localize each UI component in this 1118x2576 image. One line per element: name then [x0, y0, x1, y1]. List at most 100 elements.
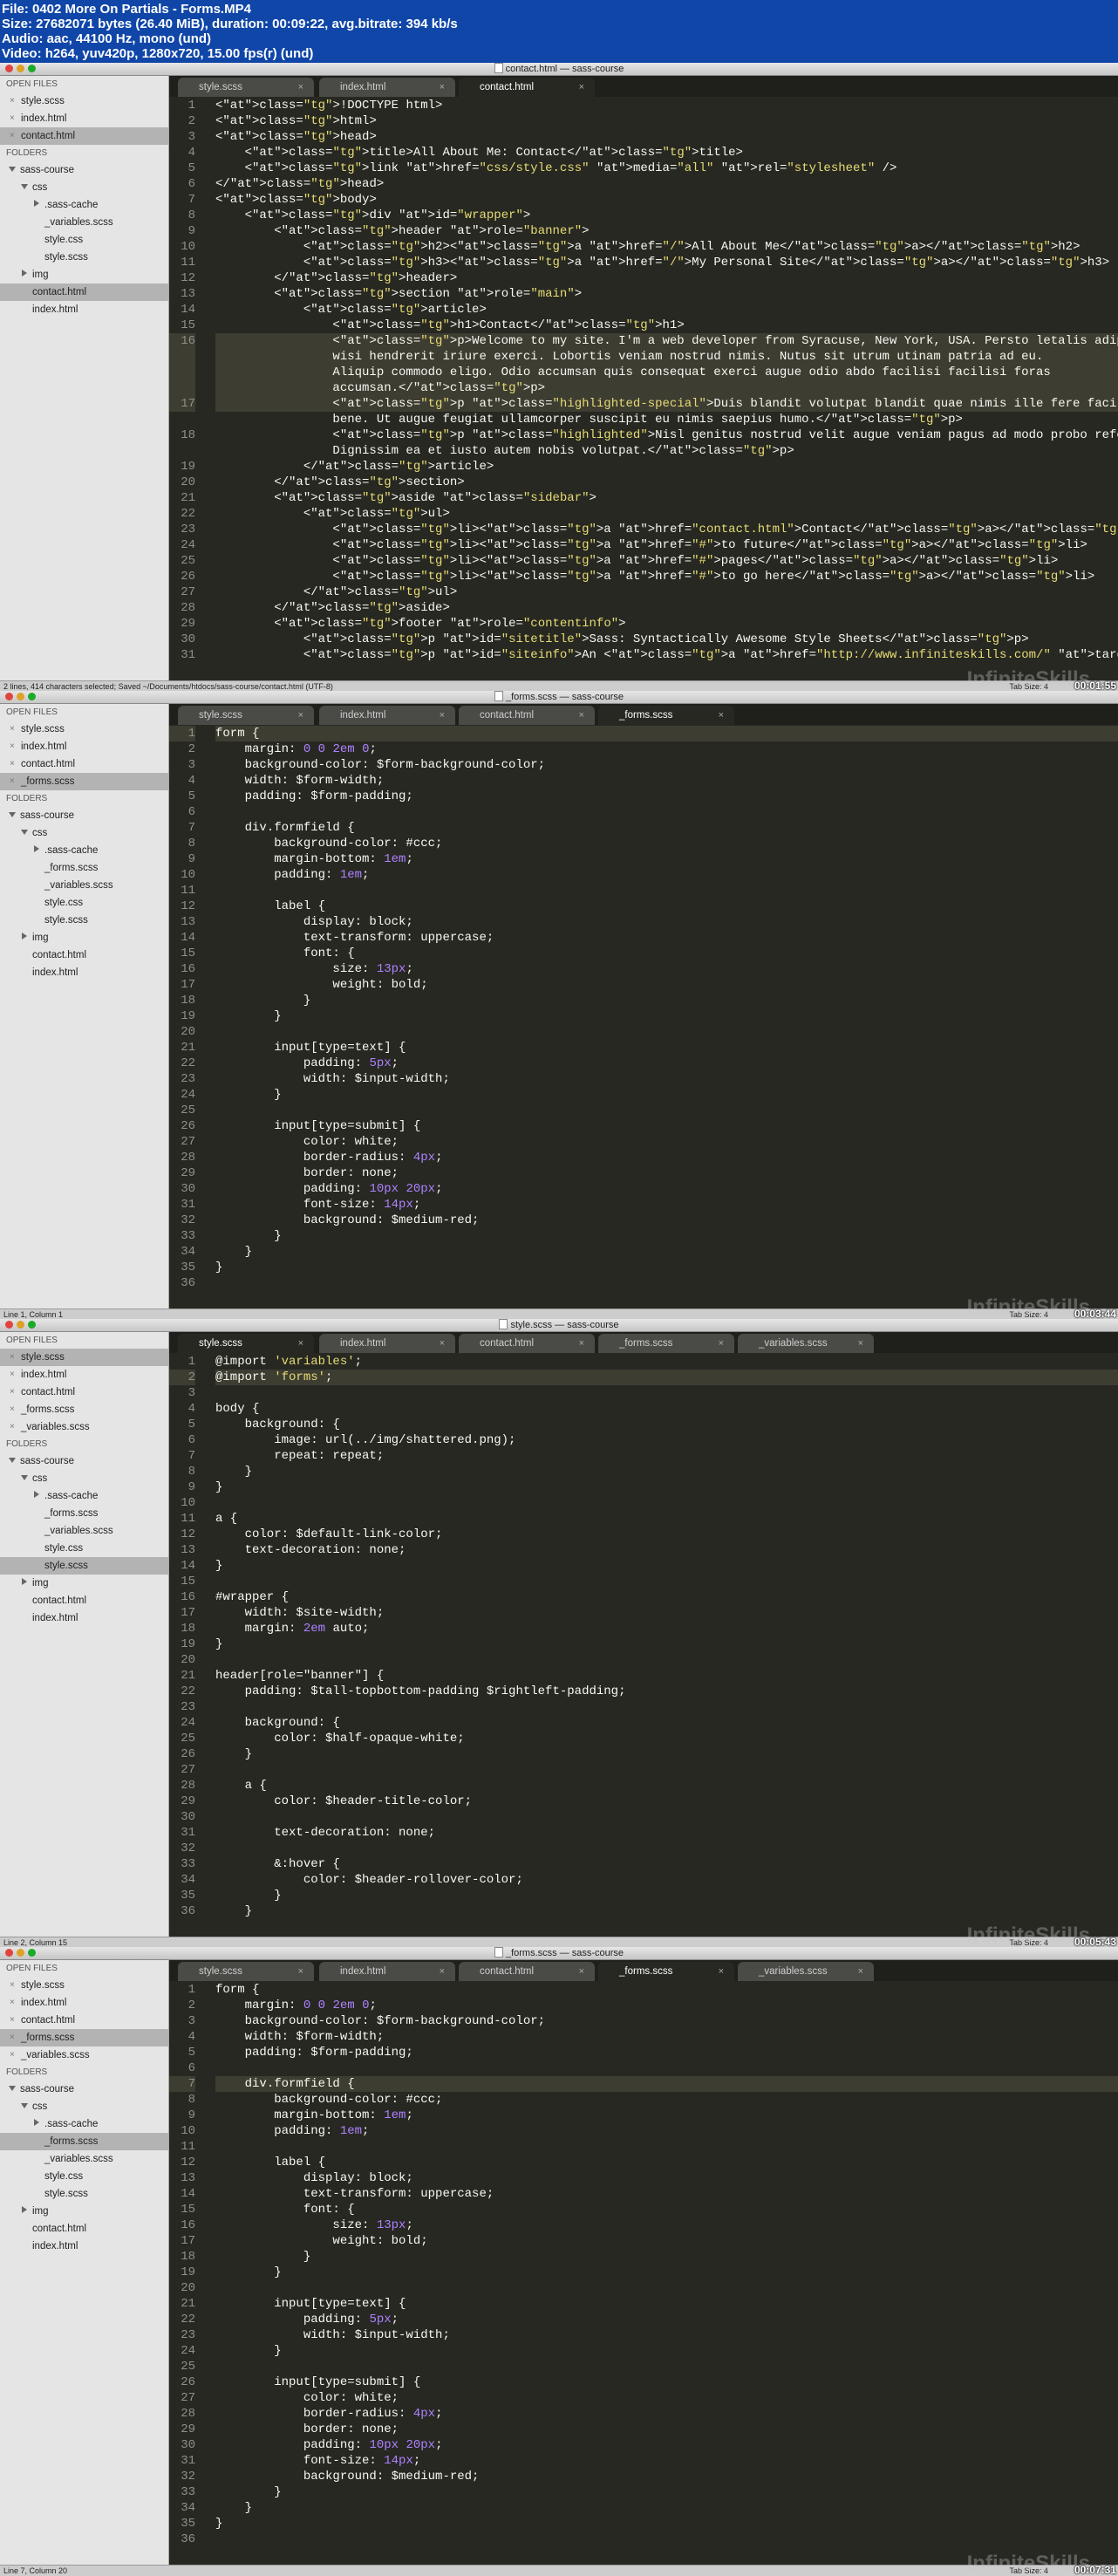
code-text[interactable]: <"at">class="tg">!DOCTYPE html> <"at">cla… [215, 98, 1118, 663]
code-line[interactable]: } [215, 1746, 1118, 1762]
code-line[interactable]: } [215, 1636, 1118, 1652]
close-window-button[interactable] [5, 1321, 13, 1329]
code-line[interactable]: border: none; [215, 1165, 1118, 1181]
code-line[interactable]: padding: 5px; [215, 1056, 1118, 1071]
code-line[interactable]: } [215, 993, 1118, 1008]
code-line[interactable]: color: $header-title-color; [215, 1794, 1118, 1809]
code-line[interactable]: margin-bottom: 1em; [215, 851, 1118, 867]
code-line[interactable]: font-size: 14px; [215, 1197, 1118, 1213]
code-line[interactable]: accumsan.</"at">class="tg">p> [215, 380, 1118, 396]
close-tab-icon[interactable]: × [440, 1962, 445, 1981]
close-tab-icon[interactable]: × [579, 1334, 584, 1353]
code-line[interactable]: <"at">class="tg">p "at">id="sitetitle">S… [215, 632, 1118, 647]
folder-tree-item[interactable]: .sass-cache [0, 842, 168, 859]
code-line[interactable]: <"at">class="tg">ul> [215, 506, 1118, 522]
code-line[interactable]: } [215, 2484, 1118, 2500]
code-line[interactable]: color: $half-opaque-white; [215, 1731, 1118, 1746]
expanded-folder-icon[interactable] [9, 2086, 16, 2091]
code-line[interactable]: } [215, 1558, 1118, 1574]
open-file-item[interactable]: × _variables.scss [0, 2046, 168, 2064]
expanded-folder-icon[interactable] [9, 167, 16, 172]
folder-tree-item[interactable]: style.scss [0, 2185, 168, 2203]
folder-tree-item[interactable]: _variables.scss [0, 1522, 168, 1540]
code-text[interactable]: form { margin: 0 0 2em 0; background-col… [215, 1982, 1118, 2547]
code-line[interactable]: } [215, 1228, 1118, 1244]
code-line[interactable]: <"at">class="tg">header "at">role="banne… [215, 223, 1118, 239]
zoom-window-button[interactable] [28, 65, 36, 72]
code-line[interactable]: margin-bottom: 1em; [215, 2108, 1118, 2123]
code-line[interactable]: <"at">class="tg">!DOCTYPE html> [215, 98, 1118, 113]
code-line[interactable] [215, 1699, 1118, 1715]
code-line[interactable]: padding: 1em; [215, 2123, 1118, 2139]
code-line[interactable] [215, 1841, 1118, 1856]
file-tab[interactable]: _forms.scss × [598, 1334, 734, 1353]
open-file-item[interactable]: × contact.html [0, 755, 168, 773]
code-line[interactable]: margin: 0 0 2em 0; [215, 1998, 1118, 2013]
code-line[interactable]: } [215, 2500, 1118, 2516]
file-tab[interactable]: index.html × [319, 1962, 455, 1981]
code-line[interactable]: wisi hendrerit iriure exerci. Lobortis v… [215, 349, 1118, 365]
code-line[interactable]: </"at">class="tg">section> [215, 475, 1118, 490]
code-line[interactable]: } [215, 2516, 1118, 2532]
close-tab-icon[interactable]: × [858, 1962, 863, 1981]
code-line[interactable]: div.formfield { [215, 820, 1118, 836]
code-line[interactable]: background: $medium-red; [215, 2469, 1118, 2484]
open-file-item[interactable]: × contact.html [0, 2012, 168, 2029]
code-line[interactable]: <"at">class="tg">link "at">href="css/sty… [215, 161, 1118, 176]
folder-tree-item[interactable]: index.html [0, 964, 168, 981]
code-line[interactable] [215, 2280, 1118, 2296]
folder-tree-item[interactable]: style.scss [0, 1557, 168, 1575]
code-line[interactable]: form { [215, 1982, 1118, 1998]
folder-tree-item[interactable]: style.scss [0, 912, 168, 929]
code-line[interactable]: } [215, 1008, 1118, 1024]
close-tab-icon[interactable]: × [298, 1962, 303, 1981]
close-tab-icon[interactable]: × [298, 706, 303, 725]
code-line[interactable] [215, 804, 1118, 820]
code-line[interactable]: width: $input-width; [215, 1071, 1118, 1087]
code-line[interactable]: display: block; [215, 914, 1118, 930]
close-tab-icon[interactable]: × [298, 1334, 303, 1353]
collapsed-folder-icon[interactable] [22, 933, 27, 940]
file-tab[interactable]: index.html × [319, 1334, 455, 1353]
code-line[interactable]: <"at">class="tg">h2><"at">class="tg">a "… [215, 239, 1118, 255]
code-line[interactable]: } [215, 2265, 1118, 2280]
code-line[interactable]: background: { [215, 1715, 1118, 1731]
code-line[interactable]: header[role="banner"] { [215, 1668, 1118, 1684]
folder-tree-item[interactable]: _forms.scss [0, 2133, 168, 2150]
folder-tree-item[interactable]: sass-course [0, 161, 168, 179]
code-line[interactable]: size: 13px; [215, 2217, 1118, 2233]
close-tab-icon[interactable]: × [579, 1962, 584, 1981]
folder-tree-item[interactable]: sass-course [0, 2081, 168, 2098]
close-tab-icon[interactable]: × [440, 78, 445, 97]
file-tab[interactable]: style.scss × [178, 78, 314, 97]
folder-tree-item[interactable]: sass-course [0, 807, 168, 824]
code-line[interactable]: padding: 1em; [215, 867, 1118, 883]
file-tab[interactable]: _variables.scss × [738, 1334, 874, 1353]
folder-tree-item[interactable]: style.css [0, 2168, 168, 2185]
close-tab-icon[interactable]: × [719, 706, 724, 725]
folder-tree-item[interactable]: _variables.scss [0, 2150, 168, 2168]
code-line[interactable]: text-transform: uppercase; [215, 930, 1118, 946]
close-file-icon[interactable]: × [10, 92, 15, 110]
code-line[interactable]: <"at">class="tg">head> [215, 129, 1118, 145]
code-line[interactable]: <"at">class="tg">li><"at">class="tg">a "… [215, 522, 1118, 537]
code-line[interactable]: input[type=text] { [215, 2296, 1118, 2312]
close-file-icon[interactable]: × [10, 1977, 15, 1994]
folder-tree-item[interactable]: style.css [0, 1540, 168, 1557]
collapsed-folder-icon[interactable] [34, 200, 39, 207]
code-line[interactable]: <"at">class="tg">article> [215, 302, 1118, 318]
open-file-item[interactable]: × style.scss [0, 1349, 168, 1366]
code-editor[interactable]: 1 2 3 4 5 6 7 8 9 10 11 12 13 14 15 16 17 18 19 20 21 22 23 24 2… [169, 725, 1118, 1309]
open-file-item[interactable]: × _forms.scss [0, 1401, 168, 1418]
zoom-window-button[interactable] [28, 1321, 36, 1329]
close-file-icon[interactable]: × [10, 2029, 15, 2046]
file-tab[interactable]: style.scss × [178, 706, 314, 725]
folder-tree-item[interactable]: img [0, 1575, 168, 1592]
code-line[interactable] [215, 1495, 1118, 1511]
folder-tree-item[interactable]: .sass-cache [0, 2115, 168, 2133]
folder-tree-item[interactable]: contact.html [0, 1592, 168, 1609]
folder-tree-item[interactable]: img [0, 929, 168, 946]
code-editor[interactable]: 1 2 3 4 5 6 7 8 9 10 11 12 13 14 15 16 17 18 19 20 21 22 23 24 2… [169, 1981, 1118, 2566]
code-line[interactable]: #wrapper { [215, 1589, 1118, 1605]
file-tab[interactable]: index.html × [319, 78, 455, 97]
